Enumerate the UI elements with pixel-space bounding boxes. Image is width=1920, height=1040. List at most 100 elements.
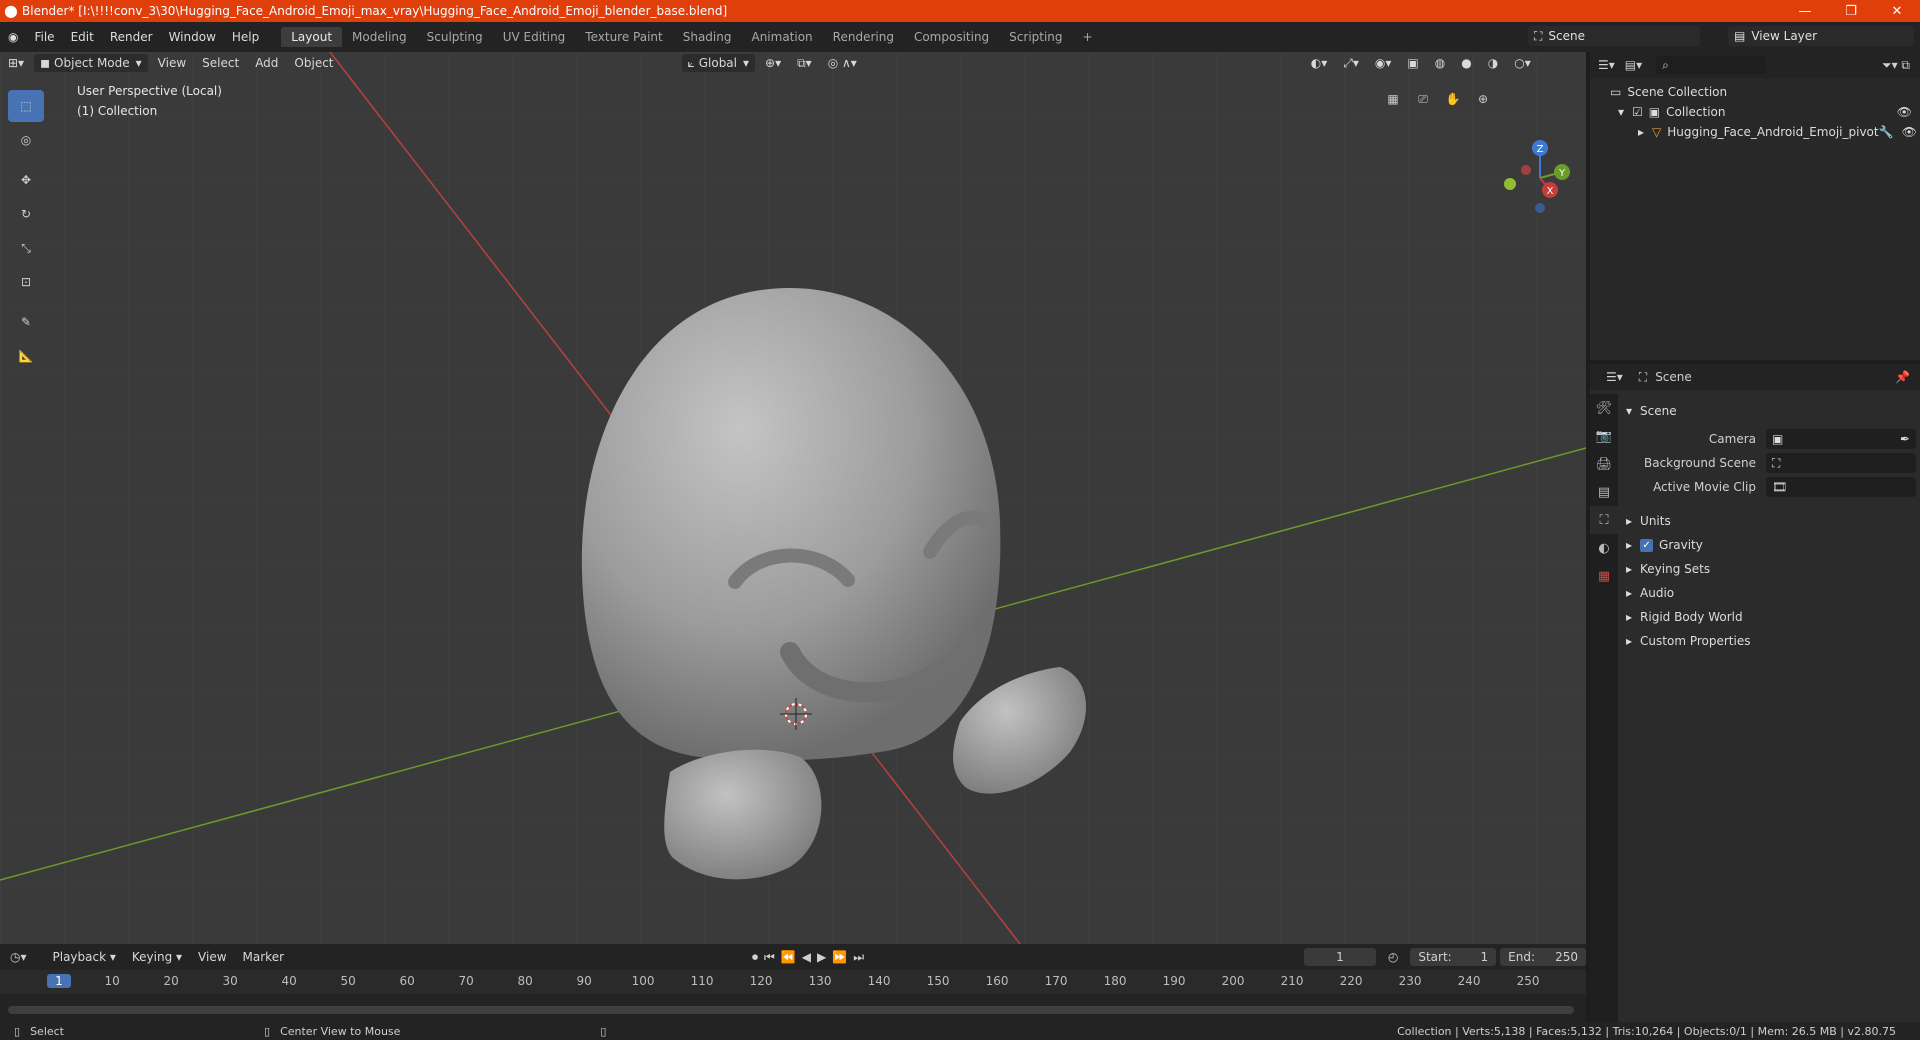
blender-menu-icon[interactable]: ◉ — [0, 30, 26, 44]
rotate-icon[interactable]: ↻ — [8, 198, 44, 230]
current-frame-field[interactable]: 1 — [1304, 948, 1376, 966]
outliner-editor-icon[interactable]: ☰▾ — [1598, 58, 1615, 72]
move-icon[interactable]: ✥ — [8, 164, 44, 196]
tab-rendering[interactable]: Rendering — [823, 27, 904, 47]
overlay-icon[interactable]: ◉▾ — [1369, 54, 1398, 72]
scene-selector[interactable]: ⛶ Scene — [1528, 26, 1700, 46]
subpanel-custom-properties[interactable]: ▸ Custom Properties — [1626, 630, 1916, 652]
display-mode-icon[interactable]: ▤▾ — [1625, 58, 1642, 72]
zoom-icon[interactable]: ⊕ — [1470, 86, 1496, 112]
snap-icon[interactable]: ⧉▾ — [791, 54, 818, 72]
add-workspace-icon[interactable]: + — [1073, 27, 1103, 47]
select-box-icon[interactable]: ⬚ — [8, 90, 44, 122]
timeline-scrollbar[interactable] — [8, 1006, 1574, 1014]
frame-ruler[interactable]: 1 10 20 30 40 50 60 70 80 90 100 110 120 130 140 150 160… — [0, 970, 1586, 994]
menu-help[interactable]: Help — [224, 30, 267, 44]
menu-render[interactable]: Render — [102, 30, 161, 44]
timeline-editor[interactable]: ◷▾ Playback ▾ Keying ▾ View Marker ⏺ ⏮ ⏪… — [0, 944, 1586, 1028]
subpanel-audio[interactable]: ▸ Audio — [1626, 582, 1916, 604]
wireframe-shading-icon[interactable]: ◍ — [1429, 54, 1451, 72]
proportional-edit-icon[interactable]: ◎ ∧▾ — [822, 54, 863, 72]
menu-edit[interactable]: Edit — [63, 30, 102, 44]
tab-texture-paint[interactable]: Texture Paint — [575, 27, 672, 47]
prev-keyframe-icon[interactable]: ⏪ — [781, 950, 796, 965]
tab-scripting[interactable]: Scripting — [999, 27, 1072, 47]
tab-shading[interactable]: Shading — [673, 27, 742, 47]
subpanel-units[interactable]: ▸ Units — [1626, 510, 1916, 532]
orientation-selector[interactable]: ⟀ Global ▾ — [681, 54, 756, 72]
measure-icon[interactable]: 📐 — [8, 340, 44, 372]
visibility-icon[interactable]: ◐▾ — [1305, 54, 1334, 72]
xray-icon[interactable]: ▣ — [1401, 54, 1424, 72]
subpanel-keying-sets[interactable]: ▸ Keying Sets — [1626, 558, 1916, 580]
outliner-search-input[interactable]: ⌕ — [1656, 56, 1767, 74]
outliner-row-object[interactable]: ▸ ▽ Hugging_Face_Android_Emoji_pivot 🔧 👁 — [1590, 122, 1920, 142]
camera-field[interactable]: ▣ ✒ — [1766, 429, 1916, 449]
end-frame-field[interactable]: End: 250 — [1500, 948, 1586, 966]
collapse-arrow-icon[interactable]: ▾ — [1618, 105, 1624, 119]
outliner-row-collection[interactable]: ▾ ☑ ▣ Collection 👁 — [1590, 102, 1920, 122]
scene-panel-header[interactable]: ▾ Scene — [1626, 400, 1916, 422]
jump-start-icon[interactable]: ⏮ — [764, 950, 775, 965]
jump-end-icon[interactable]: ⏭ — [853, 950, 864, 965]
camera-view-icon[interactable]: ⎚ — [1410, 86, 1436, 112]
restore-icon[interactable]: ❐ — [1828, 4, 1874, 19]
pan-hand-icon[interactable]: ✋ — [1440, 86, 1466, 112]
record-icon[interactable]: ⏺ — [752, 950, 758, 965]
menu-window[interactable]: Window — [161, 30, 224, 44]
play-icon[interactable]: ▶ — [817, 950, 826, 965]
minimize-icon[interactable]: — — [1782, 4, 1828, 19]
subpanel-gravity[interactable]: ▸ ✓ Gravity — [1626, 534, 1916, 556]
start-frame-field[interactable]: Start: 1 — [1410, 948, 1497, 966]
3d-viewport[interactable]: Z Y X — [0, 52, 1586, 944]
scene-tab-icon[interactable]: ⛶ — [1590, 506, 1618, 534]
outliner-row-scene-collection[interactable]: ▭ Scene Collection — [1590, 82, 1920, 102]
world-tab-icon[interactable]: ◐ — [1590, 534, 1618, 562]
menu-playback[interactable]: Playback ▾ — [47, 948, 122, 966]
pivot-icon[interactable]: ⊕▾ — [759, 54, 787, 72]
scale-icon[interactable]: ⤡ — [8, 232, 44, 264]
clock-icon[interactable]: ◴ — [1388, 950, 1398, 964]
tab-animation[interactable]: Animation — [741, 27, 822, 47]
material-shading-icon[interactable]: ◑ — [1482, 54, 1504, 72]
menu-keying[interactable]: Keying ▾ — [126, 948, 188, 966]
gravity-checkbox-icon[interactable]: ✓ — [1640, 538, 1654, 552]
menu-select[interactable]: Select — [196, 54, 245, 72]
eye-icon[interactable]: 👁 — [1897, 105, 1912, 119]
view-layer-selector[interactable]: ▤ View Layer — [1728, 26, 1914, 46]
menu-object[interactable]: Object — [288, 54, 339, 72]
tab-uv-editing[interactable]: UV Editing — [493, 27, 576, 47]
subpanel-rigid-body-world[interactable]: ▸ Rigid Body World — [1626, 606, 1916, 628]
pin-icon[interactable]: 📌 — [1895, 370, 1910, 384]
menu-timeline-view[interactable]: View — [192, 948, 232, 966]
properties-editor[interactable]: ☰▾ ⛶ Scene 📌 🛠 📷 🖨 ▤ ⛶ ◐ ▦ ▾ Scene Camer… — [1590, 364, 1920, 1028]
render-tab-icon[interactable]: 📷 — [1590, 422, 1618, 450]
menu-add[interactable]: Add — [249, 54, 284, 72]
background-scene-field[interactable]: ⛶ — [1766, 453, 1916, 473]
expand-arrow-icon[interactable]: ▸ — [1638, 125, 1644, 139]
cursor-icon[interactable]: ◎ — [8, 124, 44, 156]
editor-type-icon[interactable]: ⊞▾ — [2, 54, 30, 72]
wrench-icon[interactable]: 🔧 — [1879, 125, 1894, 139]
texture-tab-icon[interactable]: ▦ — [1590, 562, 1618, 590]
eyedropper-icon[interactable]: ✒ — [1900, 432, 1910, 446]
view-layer-tab-icon[interactable]: ▤ — [1590, 478, 1618, 506]
tab-compositing[interactable]: Compositing — [904, 27, 999, 47]
menu-marker[interactable]: Marker — [237, 948, 290, 966]
tab-sculpting[interactable]: Sculpting — [417, 27, 493, 47]
close-icon[interactable]: ✕ — [1874, 4, 1920, 19]
filter-icon[interactable]: ⏷▾ ⧉ — [1882, 58, 1910, 73]
checkbox-icon[interactable]: ☑ — [1632, 105, 1643, 119]
eye-icon[interactable]: 👁 — [1902, 125, 1917, 139]
annotate-icon[interactable]: ✎ — [8, 306, 44, 338]
tool-tab-icon[interactable]: 🛠 — [1590, 394, 1618, 422]
grid-view-icon[interactable]: ▦ — [1380, 86, 1406, 112]
play-reverse-icon[interactable]: ◀ — [802, 950, 811, 965]
timeline-editor-icon[interactable]: ◷▾ — [10, 950, 27, 964]
solid-shading-icon[interactable]: ● — [1455, 54, 1477, 72]
transform-icon[interactable]: ⊡ — [8, 266, 44, 298]
active-movie-clip-field[interactable]: 🎞 — [1766, 477, 1916, 497]
menu-view[interactable]: View — [152, 54, 192, 72]
mode-selector[interactable]: ◼ Object Mode ▾ — [34, 54, 148, 72]
gizmo-toggle-icon[interactable]: ⤢▾ — [1337, 54, 1365, 72]
